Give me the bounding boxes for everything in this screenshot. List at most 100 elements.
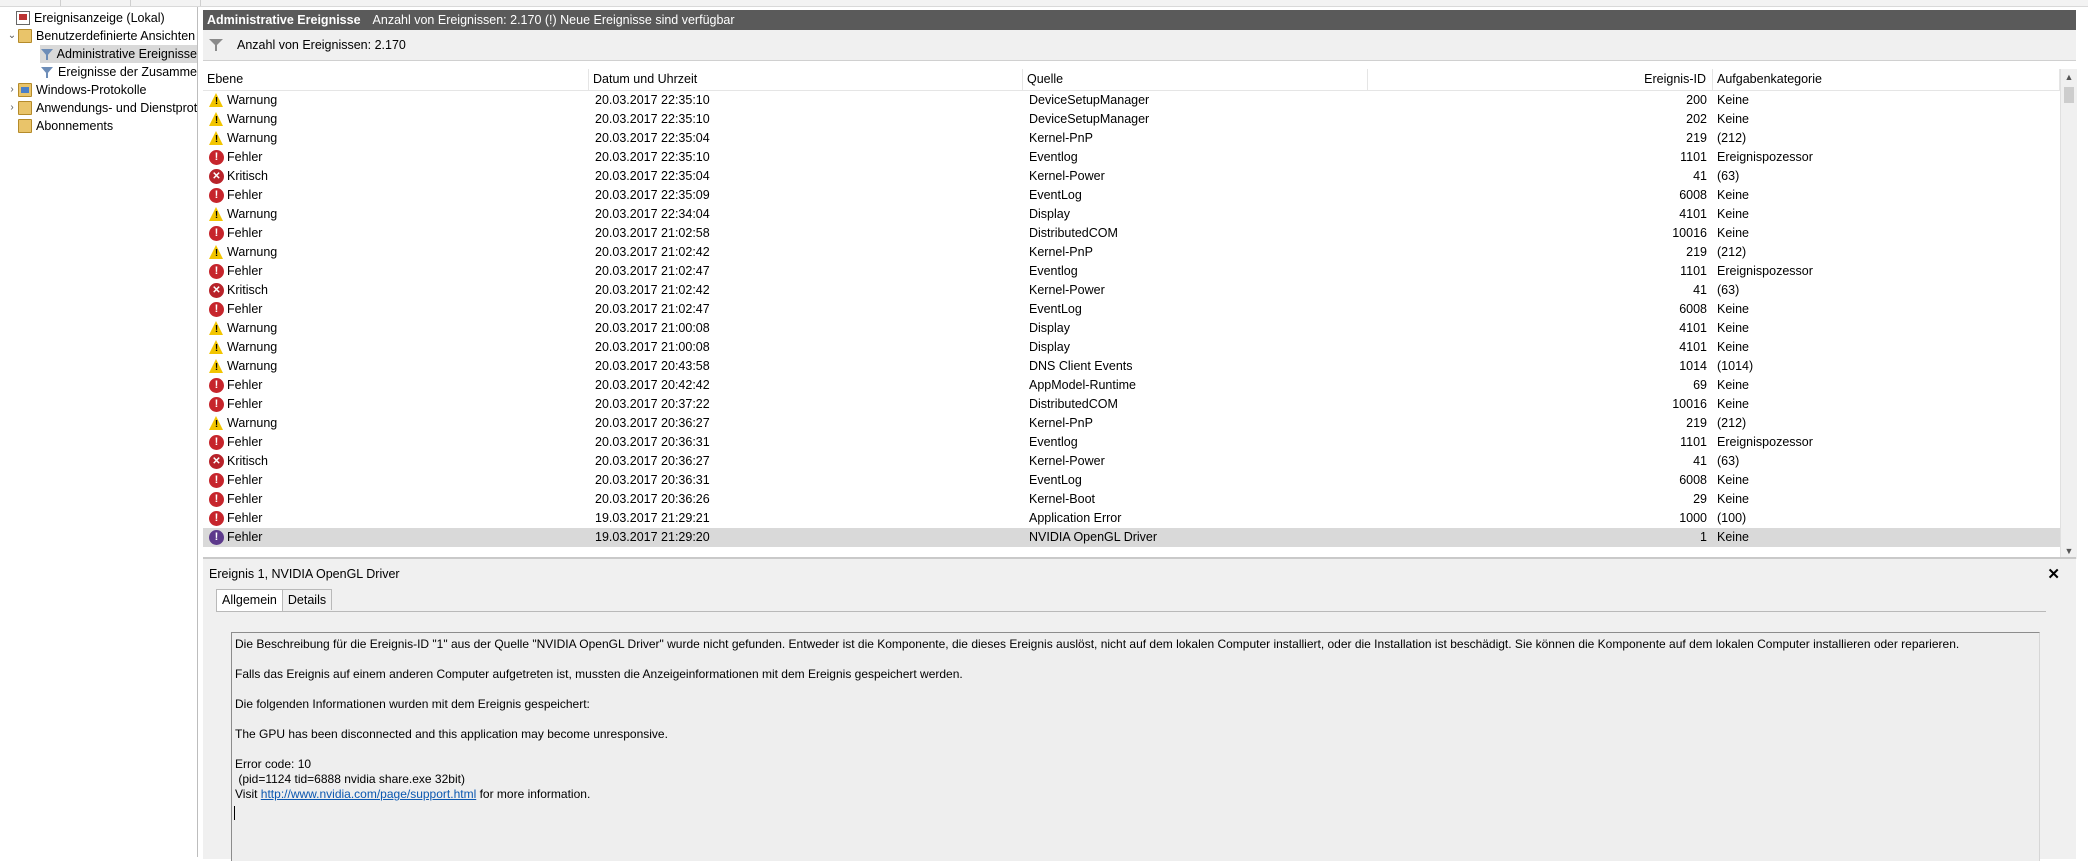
top-toolbar-strip xyxy=(0,0,2088,7)
table-row[interactable]: Warnung 20.03.2017 20:43:58 DNS Client Eve… xyxy=(203,357,2060,376)
cell-level: Kritisch xyxy=(209,167,589,186)
table-row[interactable]: Fehler 19.03.2017 21:29:21 Application Err… xyxy=(203,509,2060,528)
tree-item-administrative-events[interactable]: Administrative Ereignisse xyxy=(40,45,197,63)
warning-icon xyxy=(209,93,224,108)
tree-item-subscriptions[interactable]: Abonnements xyxy=(6,117,113,135)
cell-source: Kernel-PnP xyxy=(1029,416,1093,430)
cell-date: 20.03.2017 21:00:08 xyxy=(595,321,710,335)
level-label: Fehler xyxy=(227,188,263,202)
error-icon xyxy=(209,188,224,203)
tree-item-custom-views[interactable]: ⌄ Benutzerdefinierte Ansichten xyxy=(6,27,195,45)
chevron-right-icon[interactable]: › xyxy=(6,81,18,99)
level-label: Fehler xyxy=(227,264,263,278)
tree-item-label: Abonnements xyxy=(36,119,114,133)
error-icon xyxy=(209,226,224,241)
cell-source: Kernel-Power xyxy=(1029,169,1105,183)
chevron-right-icon[interactable]: › xyxy=(6,99,18,117)
table-row[interactable]: Warnung 20.03.2017 22:35:04 Kernel-PnP 219 (… xyxy=(203,129,2060,148)
table-row[interactable]: Fehler 20.03.2017 20:36:31 EventLog 6008 Kei… xyxy=(203,471,2060,490)
cell-task-category: (63) xyxy=(1717,283,1740,297)
cell-level: Warnung xyxy=(209,205,589,224)
cell-event-id: 202 xyxy=(1686,112,1707,126)
cell-level: Warnung xyxy=(209,319,589,338)
table-row[interactable]: Kritisch 20.03.2017 22:35:04 Kernel-Power 4… xyxy=(203,167,2060,186)
table-row[interactable]: Warnung 20.03.2017 22:34:04 Display 4101 Kei… xyxy=(203,205,2060,224)
filter-icon xyxy=(40,47,53,61)
table-row[interactable]: Fehler 20.03.2017 20:36:26 Kernel-Boot 29 Ke… xyxy=(203,490,2060,509)
cell-task-category: Keine xyxy=(1717,226,1749,240)
tree-item-windows-logs[interactable]: › Windows-Protokolle xyxy=(6,81,146,99)
visit-suffix: for more information. xyxy=(476,787,591,801)
table-row[interactable]: Fehler 20.03.2017 22:35:09 EventLog 6008 Kei… xyxy=(203,186,2060,205)
support-link[interactable]: http://www.nvidia.com/page/support.html xyxy=(261,787,476,801)
error-icon xyxy=(209,378,224,393)
tab-general[interactable]: Allgemein xyxy=(216,589,283,612)
cell-event-id: 219 xyxy=(1686,245,1707,259)
cell-date: 19.03.2017 21:29:21 xyxy=(595,511,710,525)
table-row[interactable]: Warnung 20.03.2017 21:00:08 Display 4101 Kei… xyxy=(203,319,2060,338)
tab-details[interactable]: Details xyxy=(281,589,333,610)
column-header-level[interactable]: Ebene xyxy=(203,69,589,90)
table-row[interactable]: Fehler 20.03.2017 21:02:47 Eventlog 1101 Ere… xyxy=(203,262,2060,281)
column-header-source[interactable]: Quelle xyxy=(1023,69,1368,90)
scroll-thumb[interactable] xyxy=(2064,87,2074,103)
table-row[interactable]: Warnung 20.03.2017 21:00:08 Display 4101 Kei… xyxy=(203,338,2060,357)
view-header: Administrative Ereignisse Anzahl von Erei… xyxy=(203,10,2076,30)
visit-prefix: Visit xyxy=(235,787,261,801)
tree-item-label: Administrative Ereignisse xyxy=(56,47,197,61)
level-label: Warnung xyxy=(227,321,278,335)
table-row[interactable]: Fehler 20.03.2017 20:36:31 Eventlog 1101 Ere… xyxy=(203,433,2060,452)
chevron-down-icon[interactable]: ⌄ xyxy=(6,27,18,45)
cell-source: Eventlog xyxy=(1029,150,1078,164)
table-row[interactable]: Warnung 20.03.2017 20:36:27 Kernel-PnP 219 (… xyxy=(203,414,2060,433)
cell-date: 20.03.2017 20:36:27 xyxy=(595,416,710,430)
event-description[interactable]: Die Beschreibung für die Ereignis-ID "1"… xyxy=(231,632,2040,861)
cell-level: Fehler xyxy=(209,224,589,243)
tree-item-application-service-logs[interactable]: › Anwendungs- und Dienstprotokolle xyxy=(6,99,197,117)
table-row[interactable]: Kritisch 20.03.2017 20:36:27 Kernel-Power 4… xyxy=(203,452,2060,471)
description-line: The GPU has been disconnected and this a… xyxy=(235,727,668,741)
table-row[interactable]: Fehler 20.03.2017 21:02:58 DistributedCOM 1… xyxy=(203,224,2060,243)
column-header-task-category[interactable]: Aufgabenkategorie xyxy=(1713,69,2060,90)
folder-icon xyxy=(18,83,32,97)
column-headers: Ebene Datum und Uhrzeit Quelle Ereignis-… xyxy=(203,69,2060,91)
cell-level: Kritisch xyxy=(209,452,589,471)
scroll-up-icon[interactable]: ▲ xyxy=(2061,69,2077,85)
cell-date: 20.03.2017 22:35:10 xyxy=(595,112,710,126)
vertical-scrollbar[interactable]: ▲ ▼ xyxy=(2060,69,2077,559)
cell-date: 19.03.2017 21:29:20 xyxy=(595,530,710,544)
close-icon[interactable]: ✕ xyxy=(2047,565,2060,583)
table-row[interactable]: Fehler 20.03.2017 20:37:22 DistributedCOM 1… xyxy=(203,395,2060,414)
filter-icon[interactable] xyxy=(209,38,223,52)
table-row[interactable]: Warnung 20.03.2017 22:35:10 DeviceSetupMan… xyxy=(203,110,2060,129)
tree-item-summary-page-events[interactable]: Ereignisse der Zusammenfassungsseite xyxy=(40,63,197,81)
tree-item-event-viewer-local[interactable]: Ereignisanzeige (Lokal) xyxy=(4,9,165,27)
table-row[interactable]: Fehler 20.03.2017 21:02:47 EventLog 6008 Kei… xyxy=(203,300,2060,319)
column-header-event-id[interactable]: Ereignis-ID xyxy=(1368,69,1713,90)
level-label: Warnung xyxy=(227,416,278,430)
cell-task-category: (1014) xyxy=(1717,359,1754,373)
cell-level: Warnung xyxy=(209,129,589,148)
event-table: Ebene Datum und Uhrzeit Quelle Ereignis-… xyxy=(203,69,2077,559)
cell-level: Fehler xyxy=(209,376,589,395)
level-label: Fehler xyxy=(227,473,263,487)
cell-source: DistributedCOM xyxy=(1029,226,1118,240)
column-header-date[interactable]: Datum und Uhrzeit xyxy=(589,69,1023,90)
cell-event-id: 4101 xyxy=(1679,321,1707,335)
table-row[interactable]: Fehler 20.03.2017 20:42:42 AppModel-Runtim… xyxy=(203,376,2060,395)
cell-task-category: Keine xyxy=(1717,473,1749,487)
table-row[interactable]: Kritisch 20.03.2017 21:02:42 Kernel-Power 4… xyxy=(203,281,2060,300)
cell-date: 20.03.2017 20:36:27 xyxy=(595,454,710,468)
folder-icon xyxy=(18,101,32,115)
table-row[interactable]: Warnung 20.03.2017 21:02:42 Kernel-PnP 219 (… xyxy=(203,243,2060,262)
table-row[interactable]: Warnung 20.03.2017 22:35:10 DeviceSetupMan… xyxy=(203,91,2060,110)
cell-date: 20.03.2017 21:02:58 xyxy=(595,226,710,240)
level-label: Fehler xyxy=(227,397,263,411)
cell-source: Kernel-PnP xyxy=(1029,245,1093,259)
cell-task-category: Keine xyxy=(1717,188,1749,202)
table-row[interactable]: Fehler 20.03.2017 22:35:10 Eventlog 1101 Ere… xyxy=(203,148,2060,167)
error-icon xyxy=(209,264,224,279)
table-row[interactable]: Fehler 19.03.2017 21:29:20 NVIDIA OpenGL D… xyxy=(203,528,2060,547)
level-label: Warnung xyxy=(227,207,278,221)
cell-task-category: Keine xyxy=(1717,207,1749,221)
